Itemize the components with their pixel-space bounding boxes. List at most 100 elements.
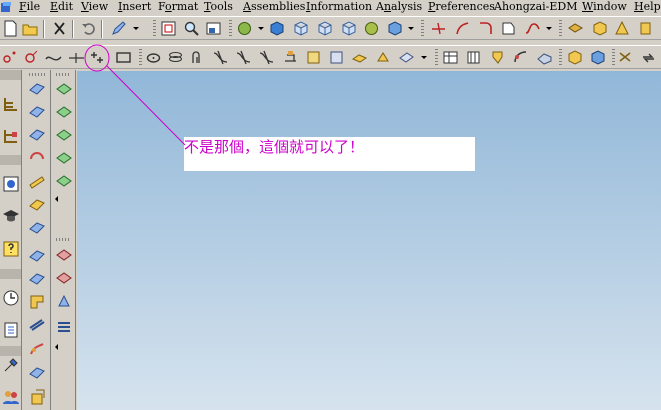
spline-icon[interactable] (524, 20, 541, 37)
help-book-icon[interactable] (2, 240, 20, 258)
split-icon[interactable] (55, 318, 73, 336)
strip-collapse-arrow[interactable] (55, 344, 58, 350)
menu-analysis[interactable]: Analysis (376, 0, 422, 14)
sew-icon[interactable] (28, 340, 46, 358)
face-blend-icon[interactable] (55, 80, 73, 98)
ellipse-icon[interactable] (145, 49, 162, 66)
toolbar-grip[interactable] (559, 49, 562, 67)
line-icon[interactable] (68, 49, 85, 66)
trim-sheet-icon[interactable] (28, 364, 46, 382)
studio-surface-icon[interactable] (28, 247, 46, 265)
menu-assemblies[interactable]: Assemblies (243, 0, 305, 14)
render-dropdown-arrow[interactable] (258, 27, 264, 30)
menu-edit[interactable]: Edit (50, 0, 73, 14)
edge-icon[interactable] (512, 49, 529, 66)
curve-ops-dropdown-arrow[interactable] (421, 56, 427, 59)
cube-display-icon[interactable] (386, 20, 403, 37)
menu-help[interactable]: Help (634, 0, 661, 14)
wire-cube-icon[interactable] (292, 20, 309, 37)
spline-curve-icon[interactable] (45, 49, 62, 66)
pen-icon[interactable] (110, 20, 127, 37)
menu-preferences[interactable]: Preferences (428, 0, 495, 14)
layer-icon[interactable] (567, 20, 584, 37)
intersect-curve-icon[interactable] (328, 49, 345, 66)
taper-icon[interactable] (55, 292, 73, 310)
iso-cube-icon[interactable] (316, 20, 333, 37)
graduation-cap-icon[interactable] (2, 207, 20, 225)
cylinder-icon[interactable] (637, 20, 654, 37)
table-icon[interactable] (442, 49, 459, 66)
shaded-ball-icon[interactable] (363, 20, 380, 37)
surface-curve-icon[interactable] (398, 49, 415, 66)
through-curves-icon[interactable] (28, 219, 46, 237)
face-blend-icon[interactable] (55, 149, 73, 167)
cone-icon[interactable] (614, 20, 631, 37)
section-curve-icon[interactable] (351, 49, 368, 66)
surface-sheet-icon[interactable] (28, 103, 46, 121)
surface-sheet-icon[interactable] (28, 126, 46, 144)
undo-icon[interactable] (80, 20, 97, 37)
sphere-icon[interactable] (236, 20, 253, 37)
strip-grip[interactable] (56, 73, 71, 76)
fit-view-icon[interactable] (160, 20, 177, 37)
pen-dropdown-arrow[interactable] (133, 27, 139, 30)
blend-icon[interactable] (536, 49, 553, 66)
graphics-viewport[interactable] (77, 71, 661, 410)
wrap-curve-icon[interactable] (374, 49, 391, 66)
draft-icon[interactable] (55, 246, 73, 264)
menu-window[interactable]: Window (582, 0, 627, 14)
mesh-surface-icon[interactable] (28, 196, 46, 214)
swept-surface-icon[interactable] (28, 150, 46, 168)
toolbar-grip[interactable] (229, 20, 232, 38)
sync-icon[interactable] (640, 49, 657, 66)
app-icon[interactable] (0, 1, 12, 13)
strip-grip[interactable] (29, 73, 45, 76)
toolbar-grip[interactable] (153, 20, 156, 38)
surface-sheet-icon[interactable] (28, 80, 46, 98)
datum-icon[interactable] (566, 49, 583, 66)
toolbar-grip[interactable] (139, 49, 142, 67)
open-folder-icon[interactable] (22, 20, 39, 37)
constraint-icon[interactable] (617, 49, 634, 66)
toolbar-grip[interactable] (435, 49, 438, 67)
face-blend-icon[interactable] (55, 126, 73, 144)
offset-curve-icon[interactable] (190, 49, 207, 66)
helix-icon[interactable] (167, 49, 184, 66)
extract-curve-icon[interactable] (282, 49, 299, 66)
tools-icon[interactable] (2, 356, 20, 374)
menu-tools[interactable]: Tools (204, 0, 233, 14)
extension-icon[interactable] (28, 293, 46, 311)
curve-dropdown-arrow[interactable] (546, 27, 552, 30)
point-set-icon[interactable] (1, 49, 18, 66)
view-cube-icon[interactable] (340, 20, 357, 37)
trim-curve-icon[interactable] (212, 49, 229, 66)
rectangle-icon[interactable] (115, 49, 132, 66)
bridge-curve-icon[interactable] (235, 49, 252, 66)
menu-insert[interactable]: Insert (118, 0, 151, 14)
menu-file[interactable]: File (19, 0, 40, 14)
point-cross-icon[interactable] (89, 49, 106, 66)
history-clock-icon[interactable] (2, 289, 20, 307)
sketch-icon[interactable] (465, 49, 482, 66)
toolbar-grip[interactable] (421, 20, 424, 38)
face-blend-icon[interactable] (55, 103, 73, 121)
thicken-icon[interactable] (28, 388, 46, 406)
fillet-icon[interactable] (477, 20, 494, 37)
pan-view-icon[interactable] (205, 20, 222, 37)
offset-surface-icon[interactable] (28, 316, 46, 334)
menu-ahongzai-edm[interactable]: Ahongzai-EDM (494, 0, 577, 14)
new-file-icon[interactable] (2, 20, 19, 37)
arc-icon[interactable] (23, 49, 40, 66)
face-blend-icon[interactable] (55, 172, 73, 190)
tree-structure-icon[interactable] (2, 95, 20, 113)
users-icon[interactable] (2, 388, 20, 406)
assembly-icon[interactable] (589, 49, 606, 66)
box-icon[interactable] (591, 20, 608, 37)
feature-icon[interactable] (489, 49, 506, 66)
curve-on-surface-icon[interactable] (305, 49, 322, 66)
menu-information[interactable]: Information (306, 0, 372, 14)
cut-icon[interactable] (51, 20, 68, 37)
part-navigator-icon[interactable] (2, 175, 20, 193)
toolbar-grip[interactable] (612, 49, 615, 67)
document-icon[interactable] (2, 321, 20, 339)
